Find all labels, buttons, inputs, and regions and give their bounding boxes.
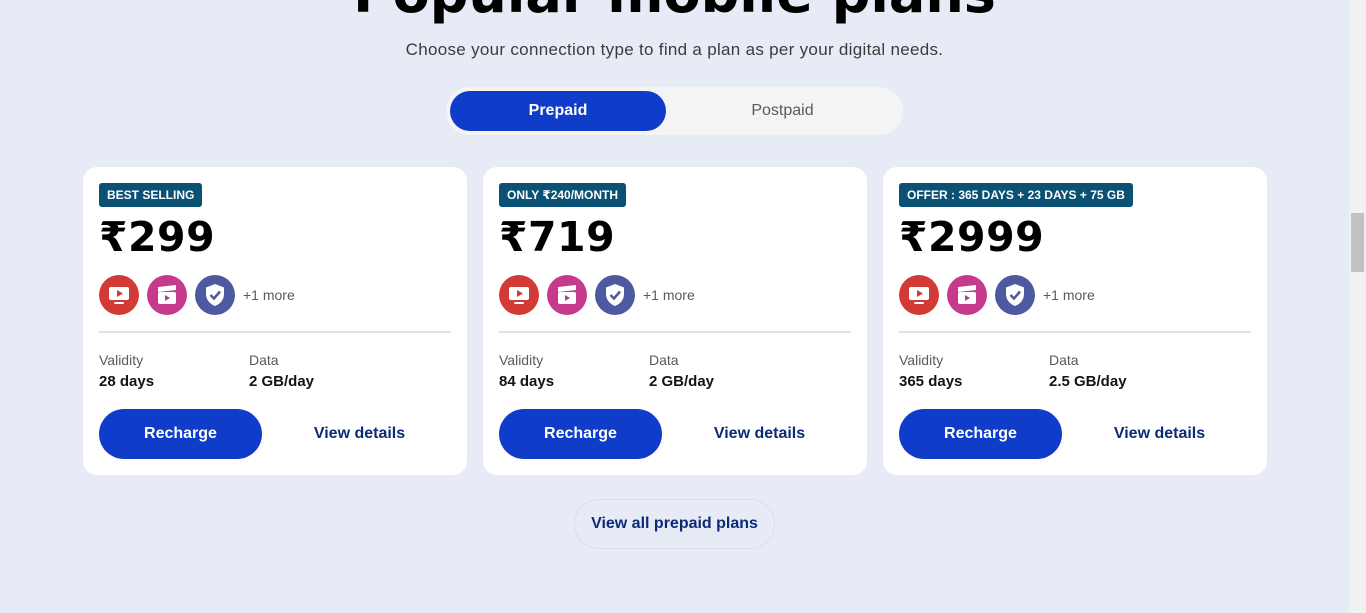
validity-value: 84 days [499,373,555,390]
view-details-link[interactable]: View details [1078,409,1241,459]
view-details-link[interactable]: View details [278,409,441,459]
prepaid-tab[interactable]: Prepaid [450,91,666,131]
data-label: Data [1049,352,1079,368]
recharge-button[interactable]: Recharge [899,409,1062,459]
youtube-play-icon [499,275,539,315]
cinema-clapper-icon [947,275,987,315]
divider [899,331,1251,333]
validity-label: Validity [99,352,144,368]
more-benefits-text: +1 more [243,287,295,303]
more-benefits-text: +1 more [643,287,695,303]
vertical-scrollbar[interactable] [1349,0,1366,613]
plan-badge: OFFER : 365 DAYS + 23 DAYS + 75 GB [899,183,1133,207]
data-value: 2.5 GB/day [1049,373,1127,390]
plans-section: Popular mobile plans Choose your connect… [0,0,1349,613]
validity-value: 365 days [899,373,963,390]
shield-check-icon [995,275,1035,315]
data-value: 2 GB/day [649,373,715,390]
connection-type-toggle: Prepaid Postpaid [446,87,903,135]
recharge-button[interactable]: Recharge [499,409,662,459]
shield-check-icon [195,275,235,315]
section-subtitle: Choose your connection type to find a pl… [405,40,944,59]
youtube-play-icon [899,275,939,315]
youtube-play-icon [99,275,139,315]
ott-icons: +1 more [899,275,1095,315]
plan-price: ₹299 [99,213,216,261]
scrollbar-thumb[interactable] [1351,213,1364,272]
divider [99,331,451,333]
plan-card-2999: OFFER : 365 DAYS + 23 DAYS + 75 GB ₹2999… [883,167,1267,475]
view-all-prepaid-plans-button[interactable]: View all prepaid plans [574,499,775,549]
recharge-button[interactable]: Recharge [99,409,262,459]
validity-label: Validity [899,352,944,368]
plan-badge: BEST SELLING [99,183,203,207]
data-value: 2 GB/day [249,373,315,390]
ott-icons: +1 more [99,275,295,315]
cinema-clapper-icon [147,275,187,315]
cinema-clapper-icon [547,275,587,315]
data-label: Data [249,352,279,368]
more-benefits-text: +1 more [1043,287,1095,303]
plan-price: ₹719 [499,213,616,261]
section-title: Popular mobile plans [0,0,1349,25]
ott-icons: +1 more [499,275,695,315]
postpaid-tab[interactable]: Postpaid [666,91,899,131]
divider [499,331,851,333]
validity-label: Validity [499,352,544,368]
plan-badge: ONLY ₹240/MONTH [499,183,627,207]
data-label: Data [649,352,679,368]
validity-value: 28 days [99,373,155,390]
view-details-link[interactable]: View details [678,409,841,459]
plan-card-299: BEST SELLING ₹299 +1 more Validity 28 da… [83,167,467,475]
plan-price: ₹2999 [899,213,1045,261]
plan-card-719: ONLY ₹240/MONTH ₹719 +1 more Validity 84… [483,167,867,475]
shield-check-icon [595,275,635,315]
